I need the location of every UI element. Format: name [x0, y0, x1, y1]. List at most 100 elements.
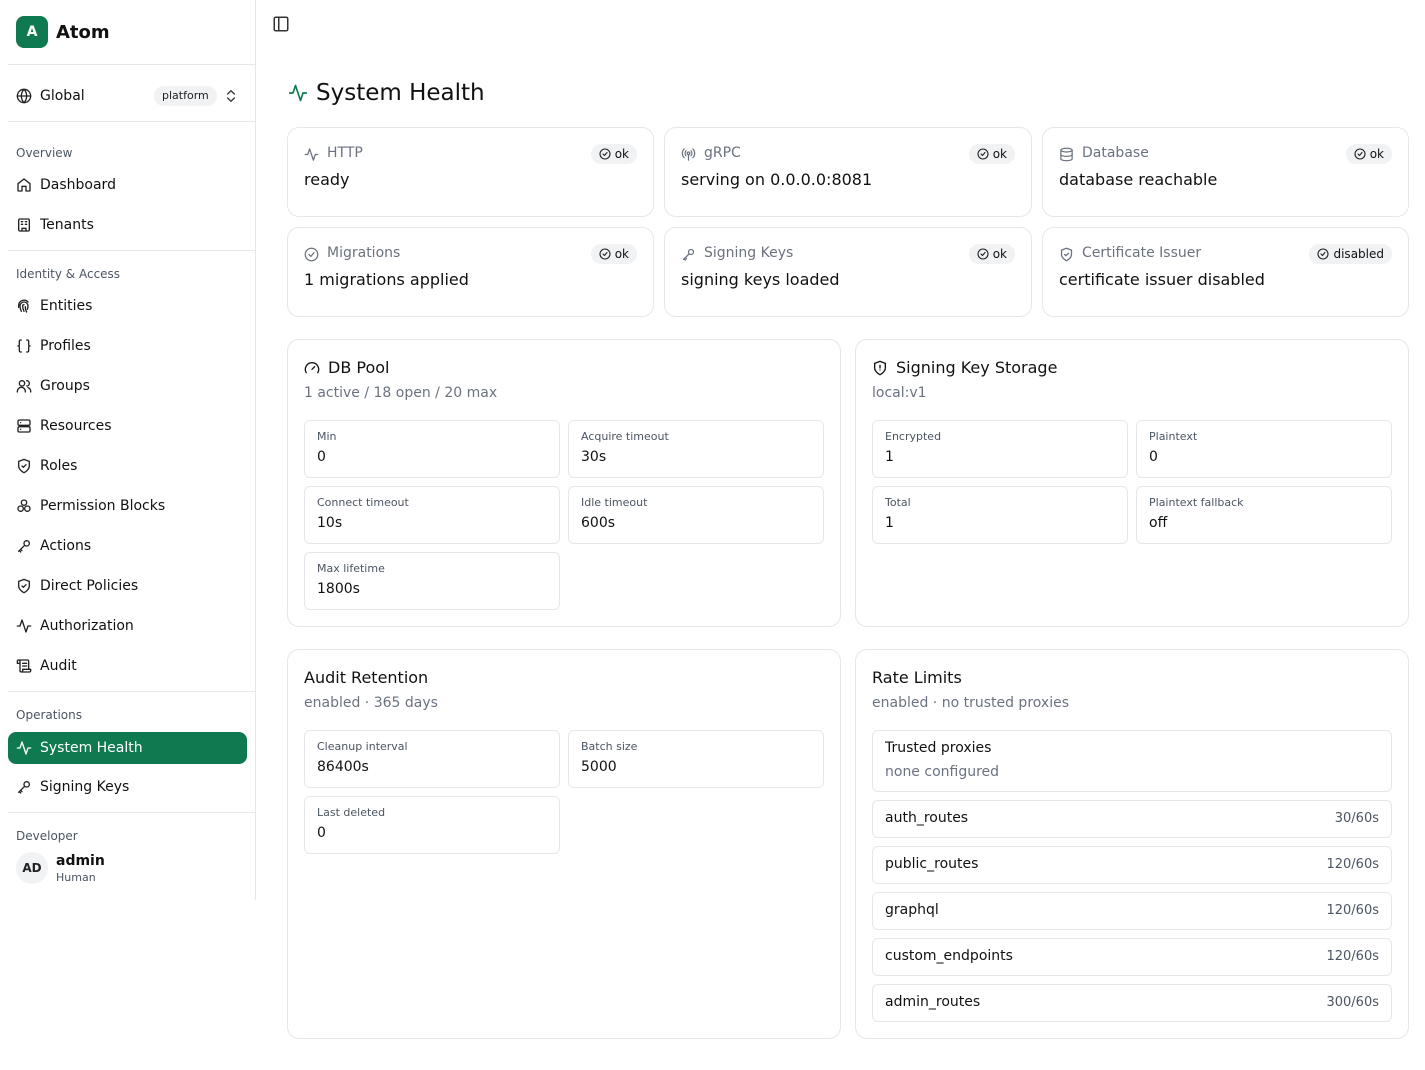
sidebar-item-label: System Health [40, 740, 143, 756]
sidebar-item-signing-keys[interactable]: Signing Keys [8, 771, 247, 803]
sidebar-item-label: Profiles [40, 338, 91, 354]
sidebar-item-profiles[interactable]: Profiles [8, 330, 247, 362]
divider [8, 250, 255, 251]
section-label-overview: Overview [16, 146, 73, 160]
trusted-proxies-label: Trusted proxies [885, 740, 992, 756]
rate-limit-value: 120/60s [1326, 857, 1379, 872]
stat-plaintext: Plaintext 0 [1136, 420, 1392, 478]
check-circle-icon [599, 248, 611, 260]
sidebar-item-permission-blocks[interactable]: Permission Blocks [8, 490, 247, 522]
rate-limit-name: public_routes [885, 856, 979, 872]
card-title: Rate Limits [872, 668, 962, 687]
braces-icon [16, 338, 32, 354]
home-icon [16, 177, 32, 193]
status-badge: ok [968, 244, 1015, 264]
sidebar-item-resources[interactable]: Resources [8, 410, 247, 442]
section-label-operations: Operations [16, 708, 82, 722]
stat-last-deleted: Last deleted 0 [304, 796, 560, 854]
status-title: HTTP [327, 145, 363, 161]
sidebar-item-label: Permission Blocks [40, 498, 166, 514]
fingerprint-icon [16, 298, 32, 314]
sidebar-item-groups[interactable]: Groups [8, 370, 247, 402]
sidebar-item-dashboard[interactable]: Dashboard [8, 169, 247, 201]
sidebar-item-roles[interactable]: Roles [8, 450, 247, 482]
sidebar-item-system-health[interactable]: System Health [8, 732, 247, 764]
server-icon [16, 418, 32, 434]
stat-value: 86400s [317, 759, 369, 775]
card-subtitle: enabled · no trusted proxies [872, 695, 1069, 711]
card-title: Signing Key Storage [896, 358, 1058, 377]
sidebar-item-tenants[interactable]: Tenants [8, 209, 247, 241]
sidebar-item-label: Tenants [40, 217, 94, 233]
brand[interactable]: A Atom [16, 16, 110, 48]
card-subtitle: 1 active / 18 open / 20 max [304, 385, 498, 401]
user-menu[interactable]: AD admin Human [8, 846, 248, 890]
sidebar-item-direct-policies[interactable]: Direct Policies [8, 570, 247, 602]
shield-check-icon [16, 578, 32, 594]
status-card-database: Database ok database reachable [1042, 127, 1409, 217]
rate-limit-row: graphql 120/60s [872, 892, 1392, 930]
sidebar-item-label: Roles [40, 458, 78, 474]
card-subtitle: local:v1 [872, 385, 927, 401]
status-title: Certificate Issuer [1082, 245, 1202, 261]
brand-name: Atom [56, 21, 110, 43]
stat-label: Acquire timeout [581, 430, 669, 443]
user-type: Human [56, 870, 96, 884]
status-card-signing-keys: Signing Keys ok signing keys loaded [664, 227, 1032, 317]
globe-icon [16, 88, 32, 104]
stat-acquire-timeout: Acquire timeout 30s [568, 420, 824, 478]
sidebar-item-audit[interactable]: Audit [8, 650, 247, 682]
stat-connect-timeout: Connect timeout 10s [304, 486, 560, 544]
rate-limit-name: admin_routes [885, 994, 981, 1010]
sidebar-item-label: Direct Policies [40, 578, 139, 594]
status-value: serving on 0.0.0.0:8081 [681, 170, 873, 189]
rate-limit-value: 30/60s [1334, 811, 1379, 826]
stat-value: 30s [581, 449, 607, 465]
scope-label: Global [40, 88, 85, 104]
status-value: database reachable [1059, 170, 1218, 189]
status-card-grpc: gRPC ok serving on 0.0.0.0:8081 [664, 127, 1032, 217]
sidebar-item-label: Dashboard [40, 177, 116, 193]
card-title: DB Pool [328, 358, 390, 377]
rate-limit-row: auth_routes 30/60s [872, 800, 1392, 838]
divider [8, 64, 255, 65]
status-card-certificate-issuer: Certificate Issuer disabled certificate … [1042, 227, 1409, 317]
status-value: signing keys loaded [681, 270, 840, 289]
page-title: System Health [288, 80, 485, 106]
status-badge: disabled [1309, 244, 1392, 264]
check-circle-icon [1354, 148, 1366, 160]
stat-total: Total 1 [872, 486, 1128, 544]
radio-icon [681, 147, 696, 162]
building-icon [16, 217, 32, 233]
rate-limit-name: custom_endpoints [885, 948, 1013, 964]
stat-value: 600s [581, 515, 616, 531]
stat-value: 1800s [317, 581, 360, 597]
sidebar-item-authorization[interactable]: Authorization [8, 610, 247, 642]
key-icon [681, 247, 696, 262]
scope-switcher[interactable]: Global platform [8, 80, 248, 112]
gauge-icon [304, 360, 320, 376]
trusted-proxies-value: none configured [885, 764, 1000, 780]
status-card-http: HTTP ok ready [287, 127, 654, 217]
section-label-developer: Developer [16, 829, 78, 843]
check-circle-icon [1317, 248, 1330, 260]
section-label-identity: Identity & Access [16, 267, 121, 281]
activity-icon [304, 147, 319, 162]
sidebar-item-entities[interactable]: Entities [8, 290, 247, 322]
sidebar-item-label: Actions [40, 538, 92, 554]
status-badge-text: ok [614, 147, 629, 161]
stat-value: 0 [1149, 449, 1158, 465]
sidebar-item-actions[interactable]: Actions [8, 530, 247, 562]
shield-icon [872, 360, 888, 376]
check-circle-icon [977, 248, 989, 260]
sidebar-toggle-button[interactable] [272, 14, 292, 34]
card-subtitle: enabled · 365 days [304, 695, 438, 711]
db-pool-card: DB Pool 1 active / 18 open / 20 max Min … [287, 339, 841, 627]
page-title-text: System Health [316, 80, 485, 106]
divider [8, 121, 255, 122]
sidebar-item-label: Audit [40, 658, 77, 674]
chevrons-up-down-icon [223, 88, 239, 104]
activity-icon [288, 83, 308, 103]
rate-limit-value: 120/60s [1326, 949, 1379, 964]
sidebar-item-label: Resources [40, 418, 112, 434]
